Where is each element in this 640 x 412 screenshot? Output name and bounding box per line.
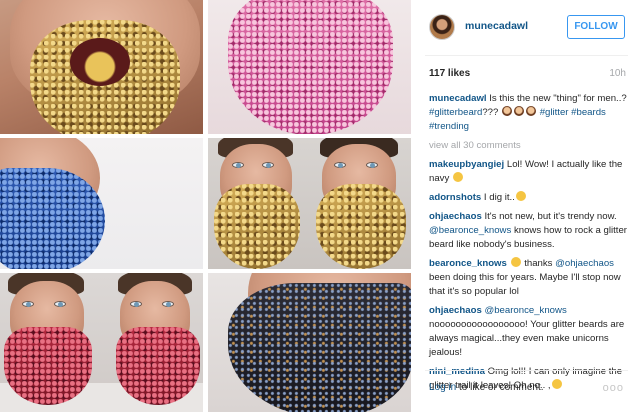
eye — [366, 162, 378, 168]
login-link[interactable]: Log in — [429, 382, 456, 393]
comment-username[interactable]: ohjaechaos — [429, 305, 482, 316]
comment-username[interactable]: adornshots — [429, 192, 481, 203]
eye — [54, 301, 66, 307]
comment: adornshots I dig it.. — [429, 191, 627, 205]
hashtag-link[interactable]: #beards — [571, 107, 606, 118]
comments-list: munecadawl Is this the new "thing" for m… — [429, 92, 627, 398]
red-glitter-beard — [4, 327, 92, 405]
comment-text: It's not new, but it's trendy now. — [481, 211, 617, 222]
photo-pink-beard — [208, 0, 411, 134]
divider — [425, 55, 628, 56]
red-glitter-beard — [116, 327, 200, 405]
eye — [334, 162, 346, 168]
face-emoji-icon — [502, 106, 513, 116]
follow-button[interactable]: FOLLOW — [567, 15, 625, 39]
laughing-emoji-icon — [452, 172, 463, 182]
caption-text: Is this the new "thing" for men..? — [486, 93, 627, 104]
mouth — [70, 38, 130, 86]
dark-glitter-beard — [228, 283, 411, 412]
comment-username[interactable]: ohjaechaos — [429, 211, 482, 222]
login-prompt: Log in to like or comment. — [429, 382, 544, 393]
caption-text: ??? — [482, 107, 502, 118]
photo-two-red-beards — [0, 273, 203, 412]
comment-username[interactable]: bearonce_knows — [429, 258, 507, 269]
comment: ohjaechaos @bearonce_knows noooooooooooo… — [429, 304, 627, 360]
face-emoji-icon — [514, 106, 525, 116]
view-all-comments-link[interactable]: view all 30 comments — [429, 139, 627, 153]
likes-count[interactable]: 117 likes — [429, 68, 470, 79]
photo-gold-beard-mouth — [0, 0, 203, 134]
login-prompt-text: to like or comment. — [456, 382, 544, 393]
eye — [22, 301, 34, 307]
eye — [232, 162, 244, 168]
more-options-icon[interactable]: ooo — [603, 382, 624, 394]
post-header: munecadawl FOLLOW — [411, 0, 640, 55]
caption-username[interactable]: munecadawl — [429, 93, 487, 104]
grinning-emoji-icon — [515, 191, 526, 201]
photo-two-gold-beards — [208, 138, 411, 269]
photo-blue-beard — [0, 138, 203, 269]
comment-text: been doing this for years. Maybe I'll st… — [429, 272, 621, 297]
avatar[interactable] — [429, 14, 455, 40]
eye — [130, 301, 142, 307]
caption: munecadawl Is this the new "thing" for m… — [429, 92, 627, 134]
gold-glitter-beard — [316, 184, 406, 269]
comment-text: thanks — [521, 258, 556, 269]
comment: bearonce_knows thanks @ohjaechaos been d… — [429, 257, 627, 299]
post-author-username[interactable]: munecadawl — [465, 20, 528, 32]
gold-glitter-beard — [214, 184, 300, 269]
comment: ohjaechaos It's not new, but it's trendy… — [429, 210, 627, 252]
post-footer: Log in to like or comment. ooo — [411, 370, 640, 412]
photo-dark-sparkle-beard — [208, 273, 411, 412]
eye — [262, 162, 274, 168]
comment-text: I dig it.. — [481, 192, 515, 203]
mention-link[interactable]: @ohjaechaos — [555, 258, 614, 269]
hashtag-link[interactable]: #glitter — [540, 107, 569, 118]
post-info-panel: munecadawl FOLLOW 117 likes 10h munecada… — [411, 0, 640, 412]
eye — [162, 301, 174, 307]
hashtag-link[interactable]: #trending — [429, 121, 469, 132]
pink-glitter-beard — [228, 0, 393, 134]
smirk-emoji-icon — [510, 257, 521, 267]
post-image-collage[interactable] — [0, 0, 411, 412]
mention-link[interactable]: @bearonce_knows — [482, 305, 566, 316]
comment: makeupbyangiej Lol! Wow! I actually like… — [429, 158, 627, 186]
comment-text: nooooooooooooooooo! Your glitter beards … — [429, 319, 625, 358]
post-age[interactable]: 10h — [609, 68, 626, 79]
face-emoji-icon — [526, 106, 537, 116]
mention-link[interactable]: @bearonce_knows — [429, 225, 511, 236]
hashtag-link[interactable]: #glitterbeard — [429, 107, 482, 118]
instagram-post: munecadawl FOLLOW 117 likes 10h munecada… — [0, 0, 640, 412]
comment-username[interactable]: makeupbyangiej — [429, 159, 504, 170]
